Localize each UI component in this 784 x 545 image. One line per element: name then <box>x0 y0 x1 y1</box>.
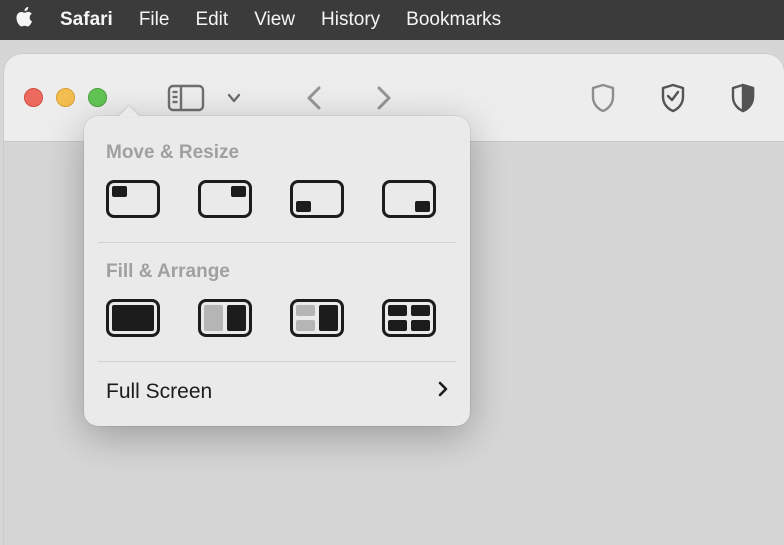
fill-screen-button[interactable] <box>106 299 160 337</box>
window-tiling-popover: Move & Resize Fill & Arrange <box>84 116 470 426</box>
menubar-item-history[interactable]: History <box>321 9 380 31</box>
forward-button[interactable] <box>367 79 401 117</box>
shield-outline-icon[interactable] <box>582 77 624 119</box>
separator <box>98 242 456 243</box>
sidebar-toggle-button[interactable] <box>159 78 213 118</box>
system-menubar: Safari File Edit View History Bookmarks <box>0 0 784 40</box>
menubar-item-bookmarks[interactable]: Bookmarks <box>406 9 501 31</box>
move-resize-row <box>84 176 470 240</box>
tile-bottom-left-button[interactable] <box>290 180 344 218</box>
menubar-item-app[interactable]: Safari <box>60 9 113 31</box>
sidebar-dropdown-button[interactable] <box>213 87 249 109</box>
tile-top-left-button[interactable] <box>106 180 160 218</box>
arrange-left-right-button[interactable] <box>198 299 252 337</box>
close-window-button[interactable] <box>24 88 43 107</box>
arrange-quarters-button[interactable] <box>382 299 436 337</box>
arrange-three-button[interactable] <box>290 299 344 337</box>
menubar-item-file[interactable]: File <box>139 9 170 31</box>
shield-check-icon[interactable] <box>652 77 694 119</box>
full-screen-menu-item[interactable]: Full Screen <box>84 364 470 422</box>
separator <box>98 361 456 362</box>
menubar-item-view[interactable]: View <box>254 9 295 31</box>
section-label-fill-arrange: Fill & Arrange <box>84 245 470 295</box>
shield-half-icon[interactable] <box>722 77 764 119</box>
back-button[interactable] <box>297 79 331 117</box>
apple-logo-icon[interactable] <box>14 6 34 34</box>
tile-bottom-right-button[interactable] <box>382 180 436 218</box>
full-screen-label: Full Screen <box>106 380 212 404</box>
minimize-window-button[interactable] <box>56 88 75 107</box>
section-label-move-resize: Move & Resize <box>84 126 470 176</box>
chevron-right-icon <box>438 381 448 403</box>
zoom-window-button[interactable] <box>88 88 107 107</box>
menubar-item-edit[interactable]: Edit <box>195 9 228 31</box>
fill-arrange-row <box>84 295 470 359</box>
traffic-lights <box>24 88 107 107</box>
tile-top-right-button[interactable] <box>198 180 252 218</box>
